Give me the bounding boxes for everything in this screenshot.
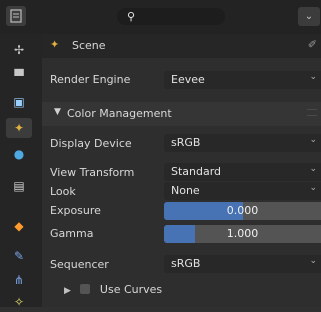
tab-modifiers[interactable]: ✎ bbox=[6, 246, 32, 266]
collection-icon: ▤ bbox=[13, 179, 25, 193]
tab-particles[interactable]: ⋔ bbox=[6, 270, 32, 290]
display-device-dropdown[interactable]: sRGB ⌄ bbox=[164, 134, 321, 152]
sequencer-label: Sequencer bbox=[50, 258, 109, 271]
view-transform-value: Standard bbox=[171, 165, 222, 178]
pin-icon[interactable]: ✐ bbox=[308, 38, 317, 51]
color-management-panel-header[interactable]: ▼ Color Management bbox=[42, 102, 321, 126]
tab-collection[interactable]: ▤ bbox=[6, 176, 32, 196]
tab-tool[interactable]: ✢ bbox=[6, 40, 32, 60]
exposure-slider[interactable]: 0.000 bbox=[164, 202, 321, 220]
editor-type-button[interactable] bbox=[6, 6, 26, 26]
tool-icon: ✢ bbox=[13, 43, 25, 57]
scene-icon: ✦ bbox=[50, 38, 60, 51]
look-value: None bbox=[171, 184, 200, 197]
properties-tabs: ✢ ▀ ▣ ✦ ● ▤ ◆ ✎ ⋔ ✧ bbox=[0, 34, 42, 309]
chevron-down-icon: ⌄ bbox=[309, 183, 317, 193]
chevron-down-icon: ⌄ bbox=[309, 164, 317, 174]
panel-collapsed-icon: ▶ bbox=[64, 286, 71, 296]
options-dropdown-button[interactable]: ⌄ bbox=[298, 7, 320, 26]
context-title: Scene bbox=[72, 39, 106, 52]
view-transform-dropdown[interactable]: Standard ⌄ bbox=[164, 163, 321, 181]
tab-output[interactable]: ▣ bbox=[6, 92, 32, 112]
tab-world[interactable]: ● bbox=[6, 144, 32, 164]
object-icon: ◆ bbox=[14, 219, 24, 233]
render-icon: ▀ bbox=[14, 69, 24, 83]
wrench-icon: ✎ bbox=[13, 249, 25, 263]
tab-physics[interactable]: ✧ bbox=[6, 292, 32, 312]
panel-expanded-icon: ▼ bbox=[54, 107, 61, 117]
particles-icon: ⋔ bbox=[13, 273, 25, 287]
render-engine-value: Eevee bbox=[171, 73, 205, 86]
scene-icon: ✦ bbox=[13, 121, 25, 135]
look-dropdown[interactable]: None ⌄ bbox=[164, 182, 321, 200]
use-curves-checkbox[interactable] bbox=[80, 284, 91, 294]
gamma-label: Gamma bbox=[50, 227, 94, 240]
look-label: Look bbox=[50, 185, 76, 198]
context-path: ✦ Scene ✐ bbox=[42, 34, 321, 58]
render-engine-dropdown[interactable]: Eevee ⌄ bbox=[164, 71, 321, 89]
gamma-slider[interactable]: 1.000 bbox=[164, 225, 321, 243]
search-input[interactable]: ⚲ bbox=[117, 8, 225, 25]
properties-editor-icon bbox=[10, 9, 22, 23]
drag-handle-icon[interactable] bbox=[307, 109, 317, 116]
exposure-value: 0.000 bbox=[226, 204, 259, 217]
sequencer-value: sRGB bbox=[171, 257, 201, 270]
use-curves-subpanel-header[interactable]: ▶ Use Curves bbox=[64, 283, 162, 296]
display-device-value: sRGB bbox=[171, 136, 201, 149]
properties-content: ✦ Scene ✐ Render Engine Eevee ⌄ ▼ Color … bbox=[42, 34, 321, 307]
tab-object[interactable]: ◆ bbox=[6, 216, 32, 236]
view-transform-label: View Transform bbox=[50, 166, 135, 179]
chevron-down-icon: ⌄ bbox=[309, 135, 317, 145]
display-device-label: Display Device bbox=[50, 137, 132, 150]
tab-render[interactable]: ▀ bbox=[6, 66, 32, 86]
chevron-down-icon: ⌄ bbox=[304, 11, 314, 22]
chevron-down-icon: ⌄ bbox=[309, 256, 317, 266]
render-engine-label: Render Engine bbox=[50, 73, 131, 86]
world-icon: ● bbox=[13, 147, 25, 161]
gamma-value: 1.000 bbox=[226, 227, 259, 240]
output-icon: ▣ bbox=[13, 95, 25, 109]
tab-scene[interactable]: ✦ bbox=[6, 118, 32, 138]
search-icon: ⚲ bbox=[127, 10, 136, 23]
exposure-label: Exposure bbox=[50, 204, 101, 217]
header-bar: ⚲ ⌄ bbox=[0, 0, 321, 34]
sequencer-dropdown[interactable]: sRGB ⌄ bbox=[164, 255, 321, 273]
use-curves-label: Use Curves bbox=[99, 283, 163, 296]
panel-title: Color Management bbox=[67, 107, 172, 120]
chevron-down-icon: ⌄ bbox=[309, 72, 317, 82]
